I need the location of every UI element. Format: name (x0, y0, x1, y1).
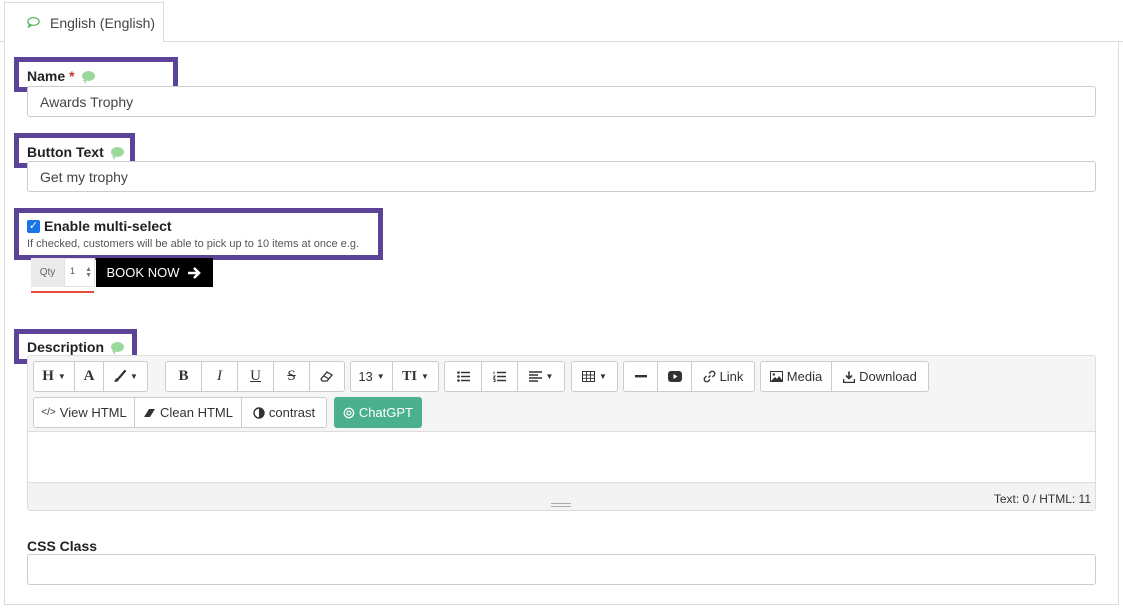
form-panel (4, 42, 1119, 605)
caret-down-icon: ▼ (420, 372, 429, 381)
table-button[interactable]: ▼ (571, 361, 618, 392)
horizontal-rule-button[interactable] (623, 361, 658, 392)
contrast-button[interactable]: contrast (241, 397, 327, 428)
caret-down-icon: ▼ (599, 372, 607, 381)
editor-toolbar: H ▼ A ▼ B I U S 13 ▼ TI ▼ ▼ ▼ Link Media… (28, 356, 1095, 432)
arrow-right-icon (188, 266, 202, 279)
align-left-icon (528, 371, 542, 382)
css-class-label: CSS Class (27, 538, 98, 554)
number-list-glyph-icon (493, 371, 506, 382)
multi-select-checkbox[interactable]: ✓ (27, 219, 40, 233)
qty-label: Qty (31, 258, 64, 287)
spinner-icon: ▲ ▼ (85, 266, 92, 279)
name-label: Name * (27, 67, 95, 85)
button-text-input[interactable] (27, 161, 1096, 192)
media-group: Media Download (760, 361, 929, 392)
eraser-glyph-icon (320, 371, 333, 382)
italic-icon[interactable]: I (201, 361, 238, 392)
table-group: ▼ (571, 361, 618, 392)
table-icon (582, 371, 596, 382)
link-icon (703, 370, 715, 383)
media-button[interactable]: Media (760, 361, 832, 392)
required-marker: * (69, 68, 75, 84)
button-text-label: Button Text (27, 143, 124, 161)
editor-status-bar: Text: 0 / HTML: 11 (28, 482, 1095, 510)
underline-icon[interactable]: U (237, 361, 274, 392)
description-label: Description (27, 338, 125, 356)
name-input[interactable] (27, 86, 1096, 117)
font-size-button[interactable]: 13 ▼ (350, 361, 393, 392)
bullet-list-glyph-icon (456, 371, 470, 382)
image-icon (769, 371, 783, 382)
list-group: ▼ (444, 361, 565, 392)
translate-bubble-icon[interactable] (110, 147, 124, 160)
qty-input: 1 ▲ ▼ (64, 258, 95, 287)
heading-button[interactable]: H ▼ (33, 361, 75, 392)
paint-brush-button[interactable]: ▼ (103, 361, 148, 392)
clean-html-button[interactable]: Clean HTML (134, 397, 242, 428)
youtube-icon (667, 371, 682, 382)
tab-english[interactable]: English (English) (4, 2, 164, 43)
book-now-preview: Qty 1 ▲ ▼ BOOK NOW (31, 258, 213, 287)
video-button[interactable] (657, 361, 692, 392)
strikethrough-icon[interactable]: S (273, 361, 310, 392)
download-icon (843, 371, 856, 383)
eraser-icon (144, 408, 156, 417)
caret-down-icon: ▼ (376, 372, 385, 381)
line-height-button[interactable]: TI ▼ (392, 361, 439, 392)
font-size-group: 13 ▼ TI ▼ (350, 361, 439, 392)
chatgpt-button[interactable]: ChatGPT (334, 397, 422, 428)
rich-text-editor: H ▼ A ▼ B I U S 13 ▼ TI ▼ ▼ ▼ Link Media… (27, 355, 1096, 511)
eraser-icon[interactable] (309, 361, 345, 392)
openai-icon (343, 407, 355, 418)
multi-select-label: Enable multi-select (44, 218, 172, 234)
multi-select-help: If checked, customers will be able to pi… (27, 238, 360, 250)
character-count: Text: 0 / HTML: 11 (993, 492, 1091, 506)
tab-label: English (English) (50, 14, 156, 31)
style-group: H ▼ A ▼ (33, 361, 148, 392)
bold-icon[interactable]: B (165, 361, 202, 392)
editor-content-area[interactable] (28, 433, 1095, 482)
caret-down-icon: ▼ (57, 372, 66, 381)
unordered-list-icon[interactable] (444, 361, 482, 392)
contrast-icon (253, 406, 265, 419)
link-button[interactable]: Link (691, 361, 755, 392)
ordered-list-icon[interactable] (481, 361, 518, 392)
language-tab-bar: English (English) (0, 0, 1123, 43)
code-icon: </> (41, 407, 56, 418)
download-button[interactable]: Download (831, 361, 929, 392)
align-button[interactable]: ▼ (517, 361, 565, 392)
minus-icon (634, 375, 647, 378)
insert-group: Link (623, 361, 755, 392)
multi-select-row: ✓ Enable multi-select (27, 217, 172, 235)
ai-group: ChatGPT (334, 397, 422, 428)
preview-underline (31, 291, 94, 293)
format-group: B I U S (165, 361, 345, 392)
caret-down-icon: ▼ (545, 372, 554, 381)
font-color-button[interactable]: A (74, 361, 104, 392)
code-group: </> View HTML Clean HTML contrast (33, 397, 327, 428)
resize-grip-icon[interactable] (551, 503, 571, 507)
translate-bubble-icon[interactable] (111, 342, 125, 355)
caret-down-icon: ▼ (130, 372, 138, 381)
translate-bubble-icon[interactable] (81, 71, 95, 84)
paint-brush-icon (114, 370, 127, 382)
chat-bubble-icon (27, 17, 40, 28)
css-class-input[interactable] (27, 554, 1096, 585)
view-html-button[interactable]: </> View HTML (33, 397, 135, 428)
book-now-button: BOOK NOW (96, 258, 213, 287)
